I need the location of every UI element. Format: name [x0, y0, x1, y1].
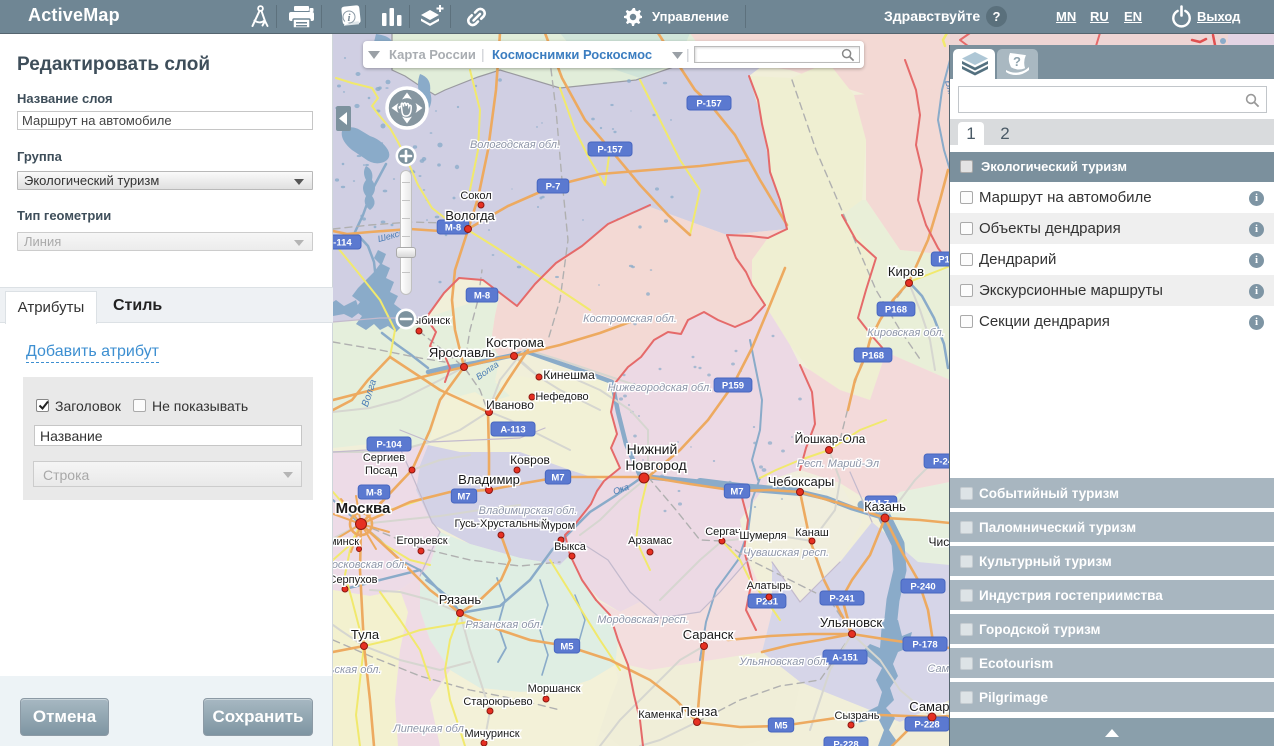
svg-text:Ульяновская обл.: Ульяновская обл.	[738, 656, 828, 668]
svg-text:Алатырь: Алатырь	[747, 580, 792, 592]
svg-text:Сергиев: Сергиев	[363, 452, 405, 464]
svg-text:Р-240: Р-240	[910, 582, 935, 593]
svg-text:М7: М7	[551, 473, 564, 484]
svg-text:Егорьевск: Егорьевск	[396, 535, 447, 547]
svg-text:Муром: Муром	[541, 520, 575, 532]
svg-text:?: ?	[1013, 54, 1021, 69]
svg-text:Серпухов: Серпухов	[333, 574, 378, 586]
svg-text:М7: М7	[457, 492, 470, 503]
svg-text:Р-228: Р-228	[833, 740, 858, 746]
svg-text:Каменка: Каменка	[638, 709, 682, 721]
svg-text:Р-7: Р-7	[546, 182, 561, 193]
svg-text:Сокол: Сокол	[460, 190, 491, 202]
svg-text:М-8: М-8	[366, 488, 382, 499]
svg-text:Новгород: Новгород	[625, 457, 686, 473]
svg-text:М7: М7	[730, 487, 743, 498]
svg-text:Сергач: Сергач	[705, 526, 741, 538]
svg-text:Пенза: Пенза	[681, 704, 719, 719]
svg-text:А-113: А-113	[500, 425, 525, 436]
svg-text:А-151: А-151	[832, 653, 859, 664]
svg-text:Владимирская обл.: Владимирская обл.	[479, 505, 578, 517]
svg-text:Р-228: Р-228	[914, 720, 939, 731]
svg-text:Чебоксары: Чебоксары	[768, 474, 835, 489]
svg-text:Кировская обл.: Кировская обл.	[867, 327, 944, 339]
svg-text:Костромская обл.: Костромская обл.	[583, 313, 677, 325]
svg-text:Мордовская респ.: Мордовская респ.	[597, 614, 689, 626]
svg-text:Канаш: Канаш	[795, 527, 829, 539]
svg-text:М5: М5	[560, 642, 574, 653]
svg-text:Казань: Казань	[864, 499, 906, 514]
svg-text:М-8: М-8	[445, 223, 461, 234]
svg-text:Саранск: Саранск	[683, 627, 734, 642]
svg-text:Ярославль: Ярославль	[429, 345, 495, 360]
svg-text:Рязанская обл.: Рязанская обл.	[465, 619, 542, 631]
svg-text:Староюрьево: Староюрьево	[463, 696, 532, 708]
svg-text:А-114: А-114	[333, 238, 352, 249]
svg-text:Чувашская респ.: Чувашская респ.	[743, 547, 829, 559]
svg-text:Вологодская обл.: Вологодская обл.	[470, 139, 560, 151]
svg-text:Москва: Москва	[336, 500, 391, 517]
svg-text:Владимир: Владимир	[458, 472, 520, 487]
svg-text:Моршанск: Моршанск	[528, 683, 581, 695]
svg-text:льская обл.: льская обл.	[333, 664, 382, 676]
svg-text:Р168: Р168	[862, 351, 884, 362]
svg-text:Гусь-Хрустальный: Гусь-Хрустальный	[454, 518, 547, 530]
svg-text:Нефедово: Нефедово	[535, 391, 588, 403]
svg-text:Рязань: Рязань	[439, 592, 482, 607]
svg-text:Р-157: Р-157	[597, 145, 622, 156]
svg-text:Респ. Марий-Эл: Респ. Марий-Эл	[797, 458, 879, 470]
svg-text:Арзамас: Арзамас	[628, 535, 672, 547]
svg-text:Киров: Киров	[888, 264, 924, 279]
svg-text:М-8: М-8	[474, 291, 490, 302]
svg-text:М5: М5	[774, 721, 788, 732]
svg-text:Ковров: Ковров	[510, 453, 550, 467]
svg-text:Московская обл.: Московская обл.	[333, 559, 407, 571]
svg-text:Р159: Р159	[722, 381, 744, 392]
svg-text:Посад: Посад	[365, 465, 398, 477]
svg-text:Р-241: Р-241	[829, 594, 855, 605]
svg-text:Иваново: Иваново	[486, 398, 534, 412]
svg-text:Мичуринск: Мичуринск	[464, 728, 519, 740]
svg-text:Р-178: Р-178	[912, 640, 937, 651]
svg-text:Сызрань: Сызрань	[835, 710, 880, 722]
svg-text:Р-104: Р-104	[376, 440, 402, 451]
svg-text:Р168: Р168	[885, 305, 907, 316]
svg-text:Ульяновск: Ульяновск	[820, 615, 882, 630]
svg-text:Нижегородская обл.: Нижегородская обл.	[608, 382, 713, 394]
svg-text:Нижний: Нижний	[627, 441, 678, 457]
svg-text:Тула: Тула	[351, 627, 380, 642]
svg-text:минск: минск	[333, 536, 359, 548]
svg-text:Р-157: Р-157	[696, 99, 721, 110]
svg-text:Йошкар-Ола: Йошкар-Ола	[795, 431, 866, 446]
svg-text:Липецкая обл.: Липецкая обл.	[392, 723, 467, 735]
svg-text:Выкса: Выкса	[554, 541, 587, 553]
svg-text:Шумерля: Шумерля	[739, 530, 786, 542]
svg-text:Вологда: Вологда	[445, 208, 495, 223]
svg-text:Кинешма: Кинешма	[543, 368, 595, 382]
